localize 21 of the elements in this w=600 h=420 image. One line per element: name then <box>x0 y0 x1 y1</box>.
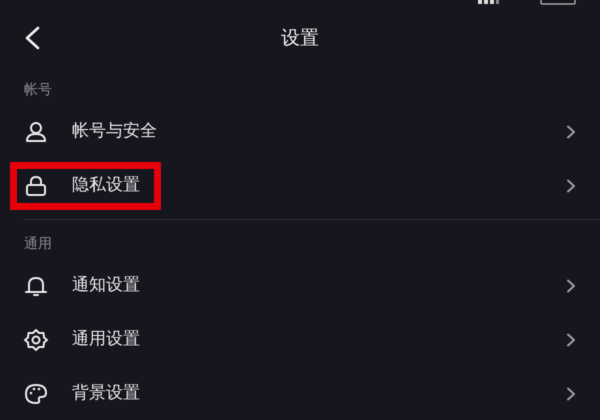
lock-icon <box>24 174 48 198</box>
chevron-right-icon <box>566 333 576 347</box>
chevron-right-icon <box>566 387 576 401</box>
battery-icon <box>540 0 576 5</box>
menu-item-label[interactable]: 通知设置 <box>72 273 140 299</box>
menu-item-label[interactable]: 通用设置 <box>72 327 140 353</box>
menu-item-label[interactable]: 隐私设置 <box>72 173 140 199</box>
back-icon[interactable] <box>24 26 40 50</box>
menu-item-label[interactable]: 背景设置 <box>72 381 140 407</box>
chevron-right-icon <box>566 179 576 193</box>
bell-icon <box>24 274 48 298</box>
chevron-right-icon <box>566 279 576 293</box>
section-header: 帐号 <box>24 82 52 98</box>
signal-icon <box>478 0 500 4</box>
palette-icon <box>24 382 48 406</box>
section-header: 通用 <box>24 236 52 252</box>
page-title: 设置 <box>281 26 319 51</box>
gear-icon <box>24 328 48 352</box>
person-icon <box>24 120 48 144</box>
chevron-right-icon <box>566 125 576 139</box>
menu-item-label[interactable]: 帐号与安全 <box>72 119 157 145</box>
